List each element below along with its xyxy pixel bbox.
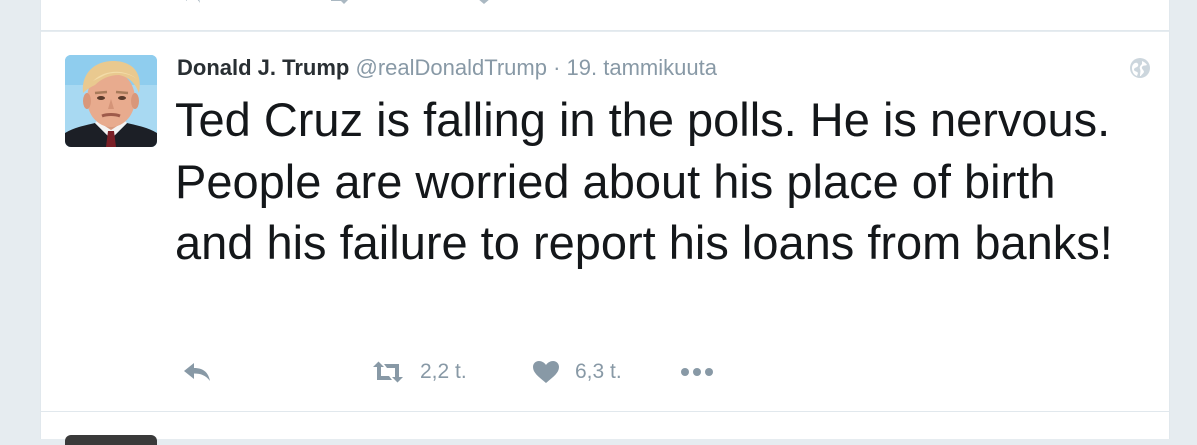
header-separator: · xyxy=(553,55,561,80)
reply-button[interactable] xyxy=(181,358,213,386)
next-tweet[interactable] xyxy=(41,412,1169,445)
tweet[interactable]: Donald J. Trump @realDonaldTrump · 19. t… xyxy=(41,32,1169,412)
author-username[interactable]: @realDonaldTrump xyxy=(355,55,546,80)
retweet-button[interactable]: 2,2 t. xyxy=(370,358,467,386)
tweet-header: Donald J. Trump @realDonaldTrump · 19. t… xyxy=(177,54,717,82)
like-count: 6,3 t. xyxy=(575,360,622,383)
previous-tweet[interactable] xyxy=(41,0,1169,31)
reply-icon[interactable] xyxy=(176,0,204,6)
like-button[interactable]: 6,3 t. xyxy=(531,358,622,386)
previous-tweet-actions xyxy=(176,0,500,6)
timeline: Donald J. Trump @realDonaldTrump · 19. t… xyxy=(40,0,1170,445)
avatar[interactable] xyxy=(65,55,157,147)
profile-photo xyxy=(65,55,157,147)
tweet-text: Ted Cruz is falling in the polls. He is … xyxy=(175,93,1113,269)
more-button[interactable] xyxy=(679,358,719,386)
tweet-timestamp[interactable]: 19. tammikuuta xyxy=(567,55,717,80)
avatar[interactable] xyxy=(65,435,157,445)
retweet-count: 2,2 t. xyxy=(420,360,467,383)
heart-icon xyxy=(531,359,561,385)
globe-icon xyxy=(1129,57,1151,79)
author-name[interactable]: Donald J. Trump xyxy=(177,55,349,80)
more-icon xyxy=(679,359,719,385)
reply-icon xyxy=(181,359,213,385)
retweet-icon[interactable] xyxy=(324,0,352,6)
heart-icon[interactable] xyxy=(472,0,500,6)
retweet-icon xyxy=(370,359,406,385)
